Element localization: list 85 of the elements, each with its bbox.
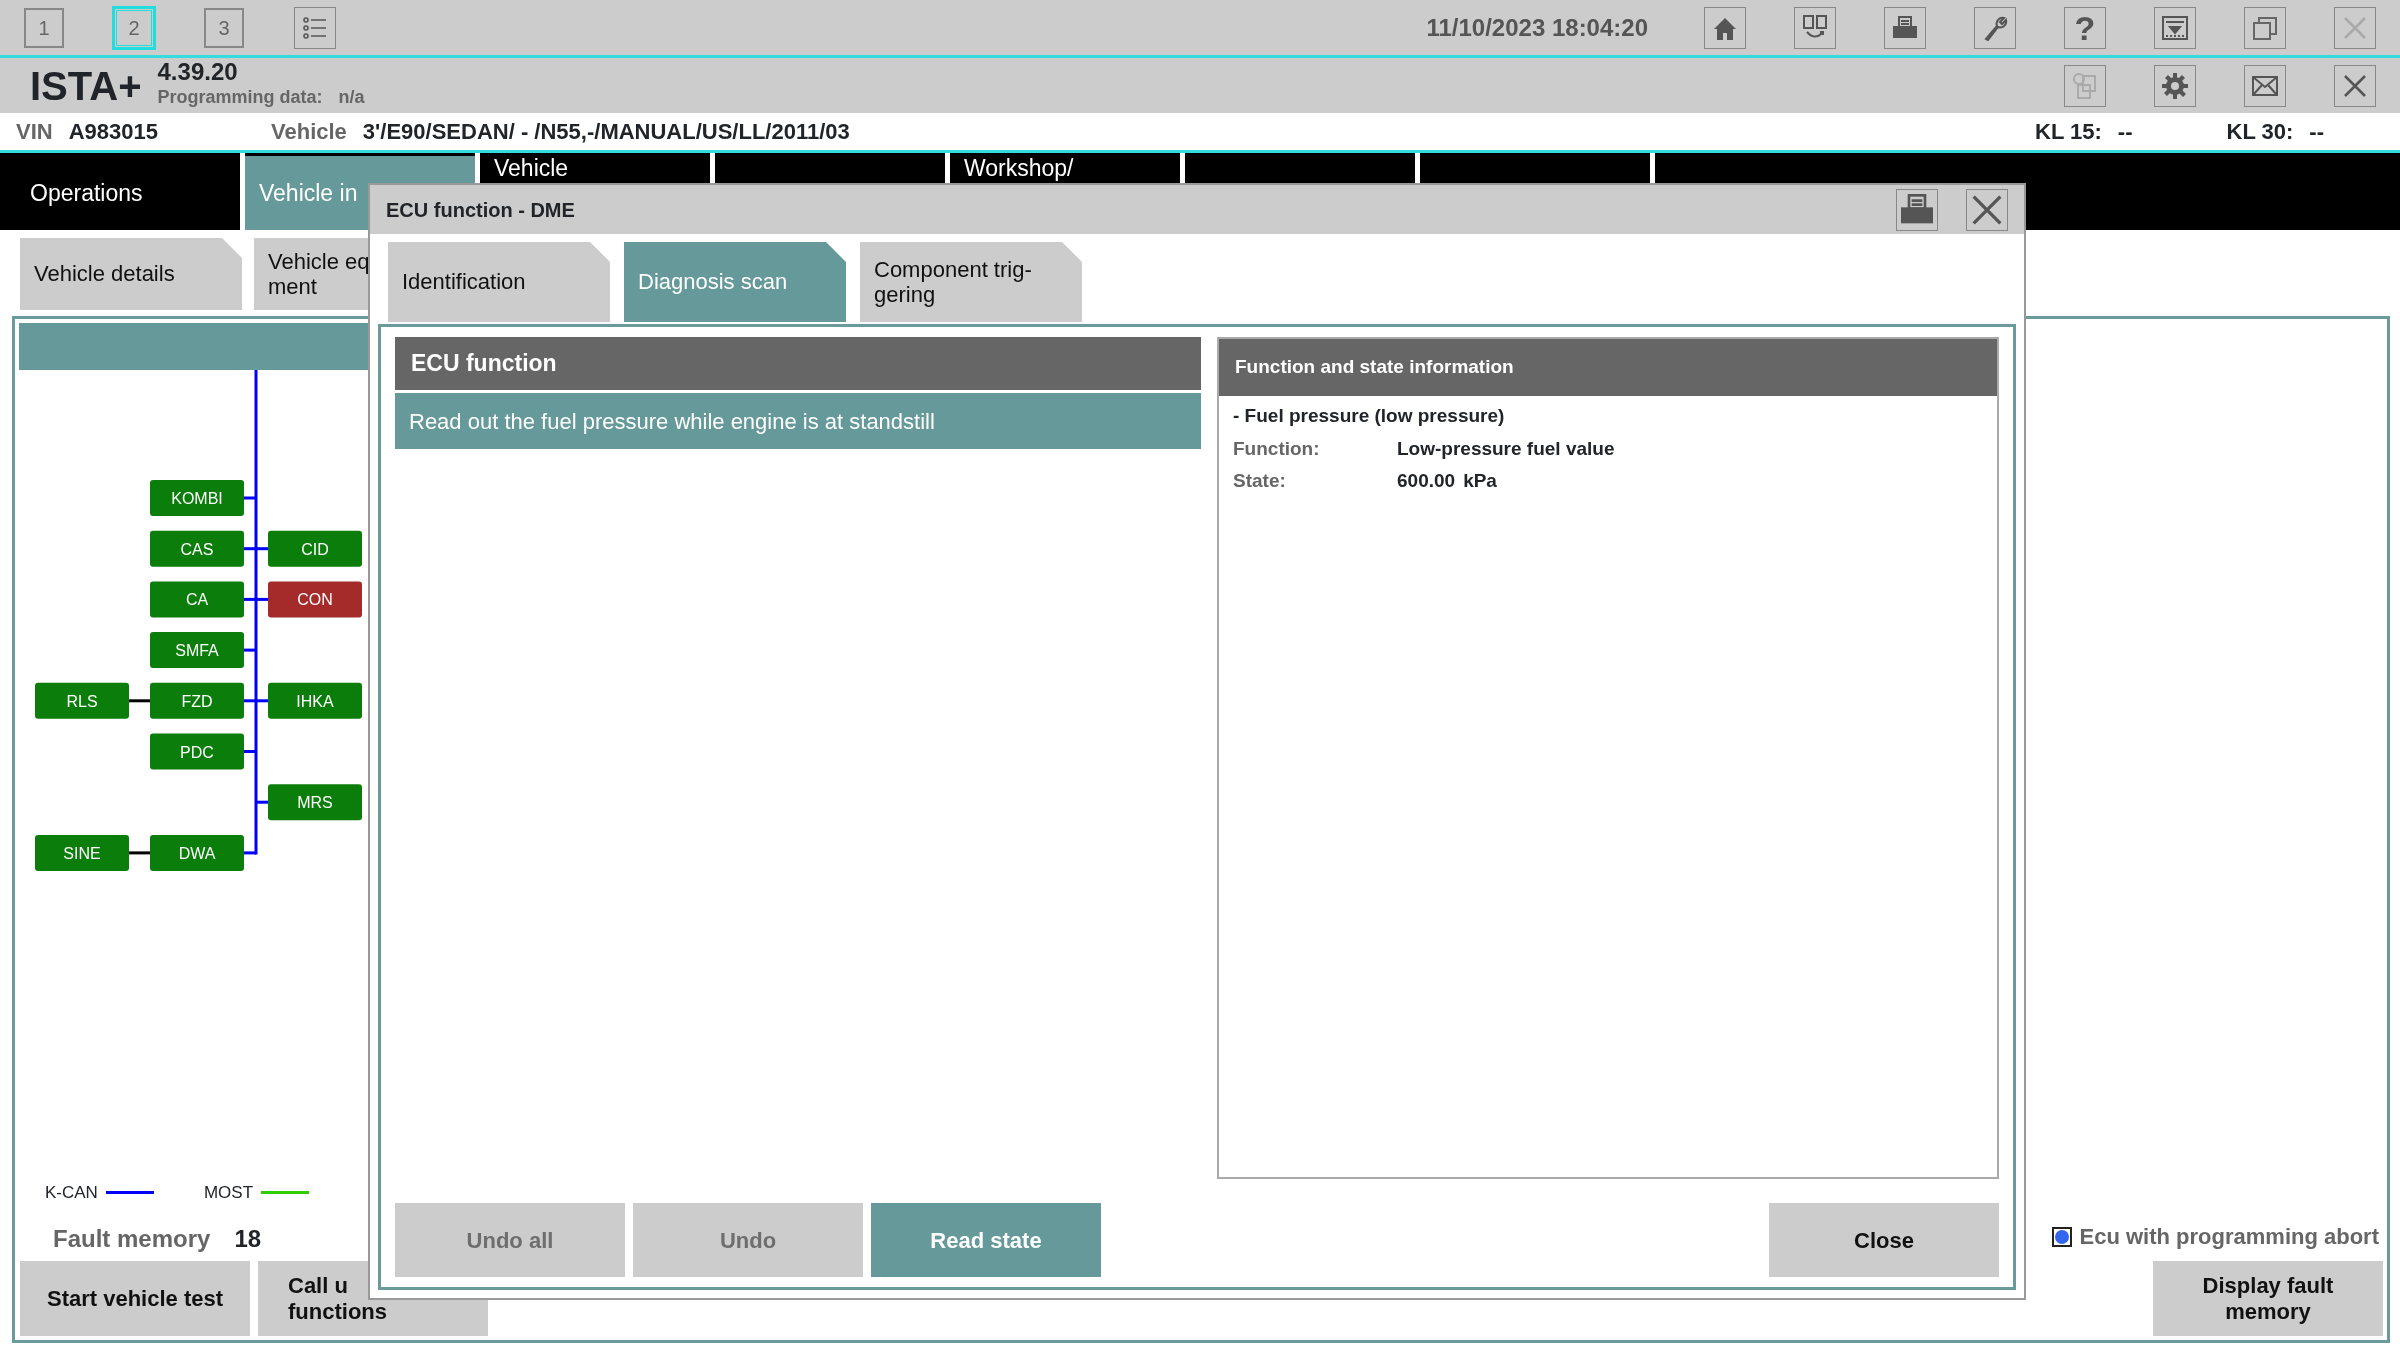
control-unit-node[interactable]: [150, 480, 244, 516]
connector-line: [244, 851, 256, 855]
display-fault-memory-button[interactable]: Display fault memory: [2153, 1261, 2383, 1336]
fault-memory-label: Fault memory: [53, 1224, 211, 1254]
app-name: ISTA+: [30, 65, 142, 106]
programming-value: n/a: [338, 86, 365, 109]
connector-line: [129, 699, 150, 703]
exchange-button[interactable]: [1794, 6, 1836, 49]
print-button[interactable]: [1884, 6, 1926, 49]
session-tab[interactable]: 2: [114, 7, 154, 48]
session-tab[interactable]: 1: [24, 7, 64, 48]
field-label: State:: [1233, 469, 1287, 493]
node-label: PDC: [180, 743, 214, 761]
app-version: 4.39.20: [157, 60, 239, 84]
function-list-item[interactable]: Read out the fuel pressure while engine is at standstill: [395, 393, 1201, 449]
session-tab[interactable]: 3: [204, 7, 244, 48]
programming-label: Programming data:: [157, 86, 323, 109]
close-button[interactable]: [2334, 64, 2376, 107]
service-button[interactable]: [1974, 6, 2016, 49]
node-label: DWA: [178, 844, 216, 862]
print-button[interactable]: [1896, 188, 1938, 231]
info-header: Function and state information: [1219, 339, 1997, 396]
close-button[interactable]: [1966, 188, 2008, 231]
dialog-button[interactable]: Read state: [871, 1203, 1101, 1277]
node-label: CON: [297, 591, 333, 609]
control-unit-node[interactable]: [268, 784, 362, 821]
node-label: FZD: [181, 692, 213, 710]
node-label: SMFA: [175, 642, 219, 660]
connector-line: [244, 648, 256, 652]
field-unit: kPa: [1463, 469, 1497, 493]
mail-button[interactable]: [2244, 64, 2286, 107]
legend-label: K-CAN: [45, 1181, 98, 1204]
control-unit-node[interactable]: [150, 530, 244, 567]
node-label: MRS: [297, 794, 333, 812]
vin-value: A983015: [68, 118, 158, 146]
dialog-tab[interactable]: Identification: [388, 242, 610, 322]
vehicle-value: 3'/E90/SEDAN/ - /N55,-/MANUAL/US/LL/2011/03: [362, 118, 850, 146]
list-header: ECU function: [395, 337, 1201, 390]
control-unit-node[interactable]: [150, 632, 244, 669]
control-unit-node[interactable]: [268, 682, 362, 719]
control-unit-node[interactable]: [268, 530, 362, 567]
connector-line: [244, 750, 256, 753]
control-unit-node[interactable]: [150, 682, 244, 719]
section-tab[interactable]: Vehicle details: [20, 238, 242, 310]
control-unit-node[interactable]: [150, 733, 244, 770]
field-value: 600.00: [1397, 469, 1456, 493]
home-button[interactable]: [1704, 6, 1746, 49]
legend-label: MOST: [203, 1181, 253, 1204]
settings-button[interactable]: [2154, 64, 2196, 107]
restore-button[interactable]: [2244, 6, 2286, 49]
vehicle-label: Vehicle: [271, 118, 347, 146]
control-unit-node[interactable]: [268, 581, 362, 618]
node-label: KOMBI: [171, 490, 223, 507]
help-button[interactable]: ?: [2064, 6, 2106, 49]
info-item-title: - Fuel pressure (low pressure): [1233, 404, 1506, 428]
connector-line: [244, 496, 256, 500]
node-label: CID: [301, 540, 329, 558]
node-label: CAS: [180, 540, 214, 558]
kl15-label: KL 15:: [2035, 118, 2102, 146]
fault-memory-count: 18: [234, 1224, 262, 1254]
radio-button[interactable]: [2051, 1226, 2072, 1247]
dialog-button[interactable]: Close: [1769, 1203, 1999, 1277]
control-unit-node[interactable]: [150, 581, 244, 618]
dialog-tab[interactable]: Component trig- gering: [860, 242, 1082, 322]
date-time: 11/10/2023 18:04:20: [1426, 12, 1648, 43]
control-unit-node[interactable]: [35, 834, 129, 871]
list-button[interactable]: [294, 6, 336, 49]
dialog-tab[interactable]: Diagnosis scan: [624, 242, 846, 322]
node-label: RLS: [66, 692, 98, 710]
kl15-value: --: [2117, 118, 2133, 146]
action-button[interactable]: Start vehicle test: [20, 1261, 250, 1336]
vin-label: VIN: [16, 118, 53, 146]
control-unit-node[interactable]: [150, 834, 244, 871]
kl30-value: --: [2309, 118, 2324, 146]
node-label: IHKA: [296, 692, 334, 710]
field-value: Low-pressure fuel value: [1397, 436, 1615, 461]
settings-icon: [2160, 70, 2190, 101]
kl30-label: KL 30:: [2226, 118, 2294, 146]
minimize-button[interactable]: [2154, 6, 2196, 49]
control-unit-node[interactable]: [35, 682, 129, 719]
field-label: Function:: [1233, 436, 1321, 461]
node-label: SINE: [63, 844, 101, 862]
node-label: CA: [185, 591, 209, 609]
connector-line: [129, 851, 150, 855]
radio-label: Ecu with programming abort: [2079, 1223, 2379, 1251]
